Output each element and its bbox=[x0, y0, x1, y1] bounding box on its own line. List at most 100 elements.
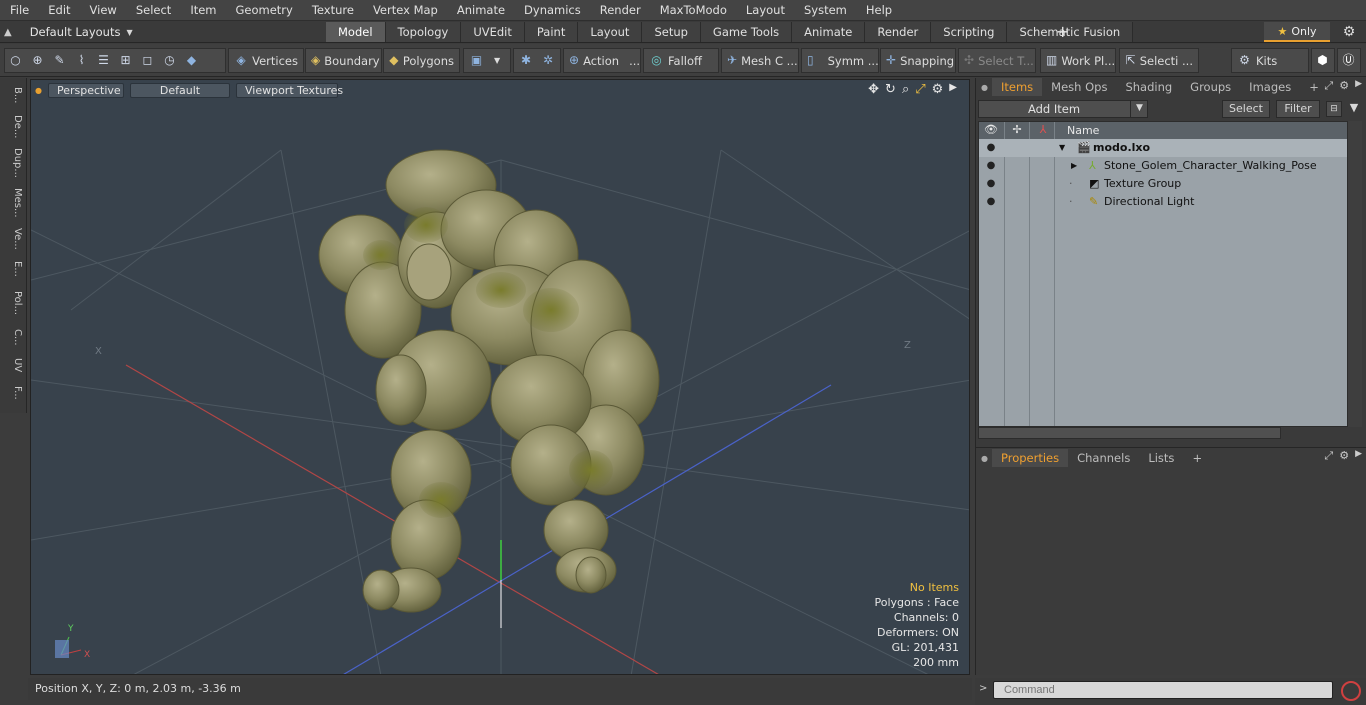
menu-edit[interactable]: Edit bbox=[38, 0, 79, 21]
tab-items[interactable]: Items bbox=[991, 78, 1043, 96]
tab-model[interactable]: Model bbox=[326, 22, 386, 42]
gear-icon[interactable]: ⚙ bbox=[1336, 22, 1362, 42]
tab-shading[interactable]: Shading bbox=[1116, 78, 1181, 96]
circle-select-icon[interactable]: ○ bbox=[8, 53, 23, 68]
3d-viewport[interactable]: X Z Y X ● Perspective Default Viewport T… bbox=[30, 79, 970, 675]
unity-button[interactable]: ⬢ bbox=[1311, 48, 1335, 73]
tab-render[interactable]: Render bbox=[865, 22, 932, 42]
falloff-button[interactable]: ◎ Falloff bbox=[643, 48, 719, 73]
menu-view[interactable]: View bbox=[80, 0, 126, 21]
collapse-icon[interactable]: ⊟ bbox=[1326, 101, 1342, 117]
eye-icon[interactable]: ● bbox=[983, 193, 999, 211]
expand-arrow-icon[interactable]: ▶ bbox=[1071, 157, 1077, 175]
boundary-button[interactable]: ◈ Boundary bbox=[305, 48, 382, 73]
tab-schematic-fusion[interactable]: Schematic Fusion bbox=[1007, 22, 1134, 42]
center-icon[interactable]: ✲ bbox=[541, 53, 555, 68]
tree-row-scene[interactable]: ● ▼ 🎬 modo.lxo bbox=[979, 139, 1347, 157]
expand-icon[interactable]: ⤢ bbox=[1324, 79, 1333, 93]
menu-dynamics[interactable]: Dynamics bbox=[514, 0, 590, 21]
left-tab-vertex[interactable]: Ve... bbox=[3, 226, 23, 252]
select-through-button[interactable]: ✣ Select T... bbox=[958, 48, 1036, 73]
record-macro-icon[interactable] bbox=[1341, 681, 1361, 701]
snapping-button[interactable]: ✛ Snapping bbox=[880, 48, 956, 73]
tab-animate[interactable]: Animate bbox=[792, 22, 866, 42]
align-icon[interactable]: ☰ bbox=[96, 53, 111, 68]
visibility-eye-icon[interactable]: 👁 bbox=[983, 123, 999, 136]
panel-dot-icon[interactable]: ● bbox=[976, 454, 992, 463]
funnel-icon[interactable]: ▼ bbox=[1346, 101, 1362, 117]
layouts-dropdown[interactable]: ▲ Default Layouts ▼ bbox=[4, 21, 133, 43]
tab-lists[interactable]: Lists bbox=[1139, 449, 1183, 467]
item-mode-icon[interactable]: ◆ bbox=[184, 53, 199, 68]
axis-column-icon[interactable]: ⅄ bbox=[1035, 123, 1051, 136]
menu-system[interactable]: System bbox=[794, 0, 856, 21]
menu-select[interactable]: Select bbox=[126, 0, 180, 21]
menu-geometry[interactable]: Geometry bbox=[226, 0, 302, 21]
tab-images[interactable]: Images bbox=[1240, 78, 1300, 96]
tree-horizontal-scrollbar[interactable] bbox=[978, 427, 1281, 439]
tab-layout[interactable]: Layout bbox=[578, 22, 643, 42]
eye-icon[interactable]: ● bbox=[983, 139, 999, 157]
perspective-button[interactable]: Perspective bbox=[47, 82, 124, 98]
filter-button[interactable]: Filter bbox=[1276, 100, 1320, 118]
mesh-constraint-button[interactable]: ✈ Mesh C ... bbox=[721, 48, 799, 73]
menu-maxtomodo[interactable]: MaxToModo bbox=[650, 0, 736, 21]
left-tab-deform[interactable]: De... bbox=[3, 112, 23, 142]
material-dropdown[interactable]: ▣ ▼ bbox=[463, 48, 511, 73]
add-item-button[interactable]: Add Item bbox=[978, 100, 1148, 118]
menu-help[interactable]: Help bbox=[856, 0, 901, 21]
tree-row-texture-group[interactable]: ● · ◩ Texture Group bbox=[979, 175, 1347, 193]
lock-column-icon[interactable]: ✢ bbox=[1009, 123, 1025, 136]
action-center-button[interactable]: ⊕ Action ... bbox=[563, 48, 641, 73]
menu-vertex-map[interactable]: Vertex Map bbox=[363, 0, 447, 21]
panel-dot-icon[interactable]: ● bbox=[976, 83, 992, 92]
pivot-icon[interactable]: ✱ bbox=[519, 53, 533, 68]
name-column-header[interactable]: Name bbox=[1067, 124, 1099, 137]
expand-arrow-icon[interactable]: ▶ bbox=[949, 82, 957, 97]
left-tab-uv[interactable]: UV bbox=[3, 354, 23, 376]
tab-groups[interactable]: Groups bbox=[1181, 78, 1240, 96]
polygons-button[interactable]: ◆ Polygons bbox=[383, 48, 460, 73]
panel-arrow-icon[interactable]: ▶ bbox=[1355, 449, 1362, 463]
tab-properties[interactable]: Properties bbox=[991, 449, 1069, 467]
menu-render[interactable]: Render bbox=[590, 0, 650, 21]
panel-gear-icon[interactable]: ⚙ bbox=[1339, 449, 1349, 463]
frame-icon[interactable]: ◻ bbox=[140, 53, 155, 68]
tree-row-light[interactable]: ● · ✎ Directional Light bbox=[979, 193, 1347, 211]
tab-game-tools[interactable]: Game Tools bbox=[700, 22, 793, 42]
left-tab-mesh-edit[interactable]: Mes... bbox=[3, 184, 23, 222]
viewport-dot-icon[interactable]: ● bbox=[35, 86, 42, 95]
left-tab-duplicate[interactable]: Dup... bbox=[3, 146, 23, 180]
left-tab-polygon[interactable]: Pol... bbox=[3, 286, 23, 320]
panel-gear-icon[interactable]: ⚙ bbox=[1339, 79, 1349, 93]
left-tab-basic[interactable]: B... bbox=[3, 82, 23, 108]
zoom-icon[interactable]: ⌕ bbox=[902, 82, 909, 97]
vertices-button[interactable]: ◈ Vertices bbox=[228, 48, 304, 73]
left-tab-fusion[interactable]: F... bbox=[3, 380, 23, 406]
command-input[interactable] bbox=[993, 681, 1333, 699]
tab-uvedit[interactable]: UVEdit bbox=[461, 22, 525, 42]
eye-icon[interactable]: ● bbox=[983, 157, 999, 175]
tab-paint[interactable]: Paint bbox=[524, 22, 579, 42]
maximize-icon[interactable]: ⤢ bbox=[915, 82, 925, 97]
panel-arrow-icon[interactable]: ▶ bbox=[1355, 79, 1362, 93]
chevron-down-icon[interactable]: ▼ bbox=[1130, 100, 1148, 118]
collapse-arrow-icon[interactable]: ▼ bbox=[1059, 139, 1065, 157]
menu-texture[interactable]: Texture bbox=[302, 0, 363, 21]
eye-icon[interactable]: ● bbox=[983, 175, 999, 193]
menu-animate[interactable]: Animate bbox=[447, 0, 514, 21]
timer-icon[interactable]: ◷ bbox=[162, 53, 177, 68]
kits-button[interactable]: ⚙ Kits bbox=[1231, 48, 1309, 73]
viewport-textures-button[interactable]: Viewport Textures bbox=[235, 82, 343, 98]
tab-setup[interactable]: Setup bbox=[642, 22, 701, 42]
tab-mesh-ops[interactable]: Mesh Ops bbox=[1042, 78, 1116, 96]
work-plane-button[interactable]: ▥ Work Pl... bbox=[1040, 48, 1116, 73]
viewport-gear-icon[interactable]: ⚙ bbox=[932, 82, 944, 97]
pen-icon[interactable]: ✎ bbox=[52, 53, 67, 68]
select-button[interactable]: Select bbox=[1222, 100, 1270, 118]
expand-icon[interactable]: ⤢ bbox=[1324, 449, 1333, 463]
menu-file[interactable]: File bbox=[0, 0, 38, 21]
brush-icon[interactable]: ⌇ bbox=[74, 53, 89, 68]
menu-item[interactable]: Item bbox=[180, 0, 225, 21]
shading-default-button[interactable]: Default bbox=[129, 82, 230, 98]
